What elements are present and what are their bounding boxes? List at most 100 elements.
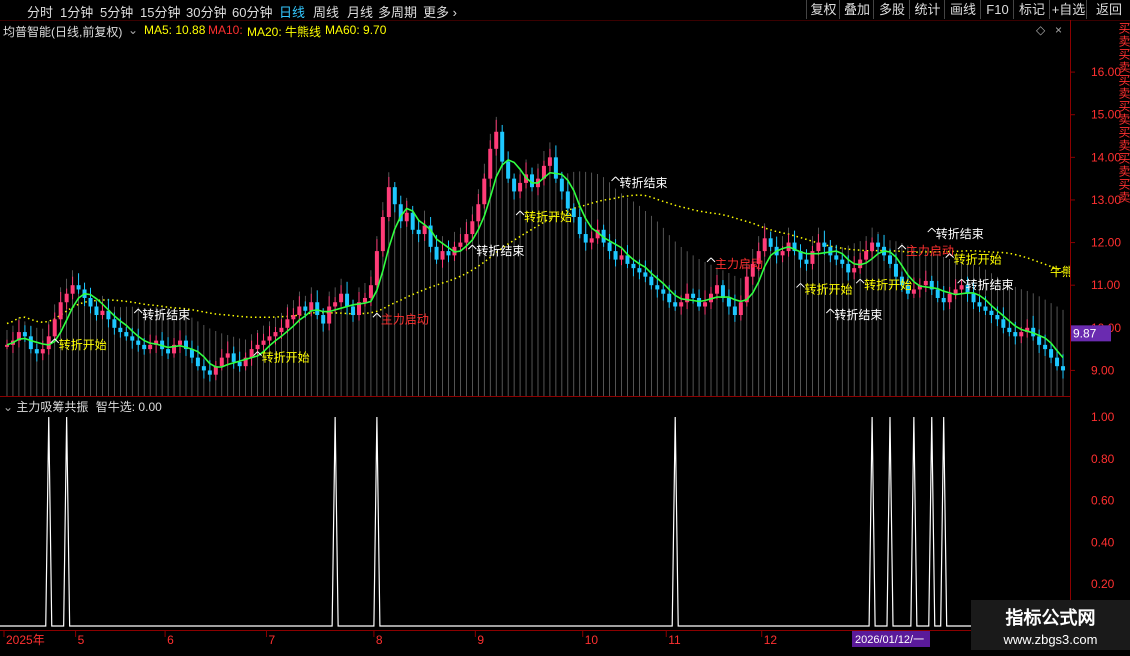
- candle-body: [94, 306, 99, 316]
- annotation-label: 转折结束: [936, 226, 984, 241]
- candle-body: [392, 187, 397, 205]
- toolbar-button-8[interactable]: 返回: [1086, 0, 1130, 19]
- candle-body: [267, 336, 272, 341]
- price-label: 15.00: [1091, 108, 1121, 122]
- close-icon[interactable]: ×: [1055, 23, 1062, 37]
- tab-2[interactable]: 5分钟: [100, 2, 133, 21]
- candle-body: [58, 302, 63, 320]
- candle-body: [619, 255, 624, 260]
- candle-body: [118, 327, 123, 333]
- candle-body: [321, 315, 326, 324]
- candle-body: [852, 268, 857, 273]
- candle-body: [661, 289, 666, 294]
- signal-strip: 买卖买卖买卖买卖买卖买卖买卖: [1118, 22, 1130, 204]
- candle-body: [893, 263, 898, 277]
- candle-body: [977, 302, 982, 307]
- toolbar-button-4[interactable]: 画线: [944, 0, 981, 19]
- candle-body: [142, 344, 147, 350]
- toolbar-button-2[interactable]: 多股: [873, 0, 910, 19]
- candle-body: [195, 357, 200, 367]
- candle-body: [953, 289, 958, 294]
- candle-body: [130, 336, 135, 341]
- candle-body: [1019, 332, 1024, 337]
- annotation-label: 转折开始: [524, 209, 572, 224]
- candle-body: [553, 157, 558, 179]
- candle-body: [720, 285, 725, 298]
- annotation-label: 转折开始: [59, 337, 107, 352]
- candle-body: [297, 306, 302, 316]
- candle-body: [577, 217, 582, 235]
- candle-body: [52, 319, 57, 337]
- candlestick-chart[interactable]: 转折开始转折结束转折开始主力启动转折结束转折开始转折结束主力启动转折开始转折结束…: [0, 38, 1070, 396]
- candle-body: [410, 212, 415, 230]
- tab-4[interactable]: 30分钟: [186, 2, 226, 21]
- annotation-label: 转折开始: [954, 252, 1002, 267]
- candle-body: [368, 285, 373, 298]
- candle-body: [780, 251, 785, 256]
- tab-6[interactable]: 日线: [279, 2, 305, 21]
- candle-body: [345, 293, 350, 307]
- candle-body: [685, 293, 690, 303]
- candle-body: [34, 349, 39, 354]
- ma5-label: MA5: 10.88: [144, 23, 206, 37]
- date-label: 11: [668, 633, 681, 647]
- candle-body: [649, 276, 654, 286]
- toolbar-button-3[interactable]: 统计: [909, 0, 945, 19]
- candle-body: [136, 340, 141, 345]
- toolbar-button-1[interactable]: 叠加: [839, 0, 874, 19]
- diamond-icon[interactable]: ◇: [1036, 23, 1045, 37]
- candle-body: [416, 229, 421, 235]
- candle-body: [178, 340, 183, 345]
- watermark-url: www.zbgs3.com: [1003, 632, 1098, 647]
- candle-body: [404, 212, 409, 222]
- candle-body: [971, 293, 976, 303]
- toolbar-button-5[interactable]: F10: [980, 0, 1014, 19]
- annotation-arrow: [611, 176, 620, 182]
- candle-body: [201, 366, 206, 371]
- candle-body: [923, 280, 928, 286]
- candle-body: [231, 353, 236, 362]
- cursor-date-label: 2026/01/12/一: [855, 634, 924, 646]
- tab-3[interactable]: 15分钟: [140, 2, 180, 21]
- candle-body: [804, 259, 809, 264]
- candle-body: [500, 131, 505, 162]
- ma5-line: [6, 158, 1064, 368]
- pulse-indicator-chart[interactable]: [0, 397, 1070, 629]
- tab-0[interactable]: 分时: [27, 2, 53, 21]
- candle-body: [1055, 357, 1060, 367]
- tab-1[interactable]: 1分钟: [60, 2, 93, 21]
- candle-body: [88, 297, 93, 307]
- toolbar-button-6[interactable]: 标记: [1013, 0, 1050, 19]
- annotation-label: 转折开始: [805, 281, 853, 296]
- annotation-label: 转折开始: [262, 350, 310, 365]
- annotation-label: 主力启动: [715, 257, 763, 271]
- price-label: 12.00: [1091, 236, 1121, 250]
- toolbar-button-7[interactable]: +自选: [1049, 0, 1087, 19]
- tab-8[interactable]: 月线: [347, 2, 373, 21]
- candle-body: [70, 285, 75, 294]
- tab-10[interactable]: 更多 ›: [423, 2, 457, 21]
- candle-body: [816, 242, 821, 252]
- date-label: 9: [477, 633, 484, 647]
- date-label: 2025年: [6, 633, 45, 647]
- candle-body: [434, 246, 439, 260]
- annotation-label: 转折结束: [142, 307, 190, 322]
- candle-body: [631, 263, 636, 269]
- candle-body: [714, 285, 719, 294]
- annotation-label: 转折结束: [834, 307, 882, 322]
- dropdown-icon[interactable]: ⌄: [128, 23, 138, 37]
- candle-body: [351, 306, 356, 316]
- candle-body: [22, 332, 27, 337]
- candle-body: [691, 293, 696, 298]
- ma60-end-label: 牛熊: [1050, 264, 1070, 279]
- tab-5[interactable]: 60分钟: [232, 2, 272, 21]
- candle-body: [339, 293, 344, 303]
- tab-9[interactable]: 多周期: [378, 2, 417, 21]
- tab-7[interactable]: 周线: [313, 2, 339, 21]
- toolbar-button-0[interactable]: 复权: [806, 0, 840, 19]
- candle-body: [876, 242, 881, 247]
- candle-body: [911, 289, 916, 294]
- candle-body: [124, 332, 129, 337]
- candle-body: [947, 293, 952, 303]
- candle-body: [309, 302, 314, 311]
